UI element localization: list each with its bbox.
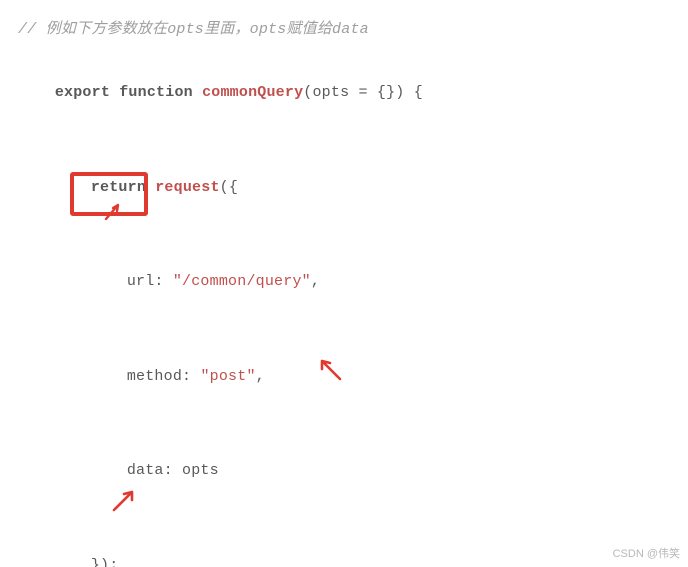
fn-params: (opts = {}) { [303, 84, 423, 101]
prop-method-line: method: "post", [18, 329, 670, 424]
comma: , [311, 273, 320, 290]
close-call-line: }); [18, 518, 670, 567]
prop-key: url: [127, 273, 173, 290]
comment-line: // 例如下方参数放在opts里面，opts赋值给data [18, 14, 670, 46]
prop-data-line: data: opts [18, 424, 670, 519]
keyword-function: function [119, 84, 193, 101]
comma: , [256, 368, 265, 385]
keyword-export: export [55, 84, 110, 101]
prop-key: method: [127, 368, 201, 385]
watermark: CSDN @伟笑 [613, 545, 680, 561]
string-literal: "post" [200, 368, 255, 385]
fn-request: request [155, 179, 219, 196]
data-opts: data: opts [127, 462, 219, 479]
return-line: return request({ [18, 140, 670, 235]
string-literal: "/common/query" [173, 273, 311, 290]
fn-name: commonQuery [202, 84, 303, 101]
fn-decl-line: export function commonQuery(opts = {}) { [18, 46, 670, 141]
code-snippet: // 例如下方参数放在opts里面，opts赋值给data export fun… [0, 0, 688, 567]
close-obj: }); [91, 557, 119, 567]
open-paren: ({ [220, 179, 238, 196]
prop-url-line: url: "/common/query", [18, 235, 670, 330]
keyword-return: return [91, 179, 146, 196]
